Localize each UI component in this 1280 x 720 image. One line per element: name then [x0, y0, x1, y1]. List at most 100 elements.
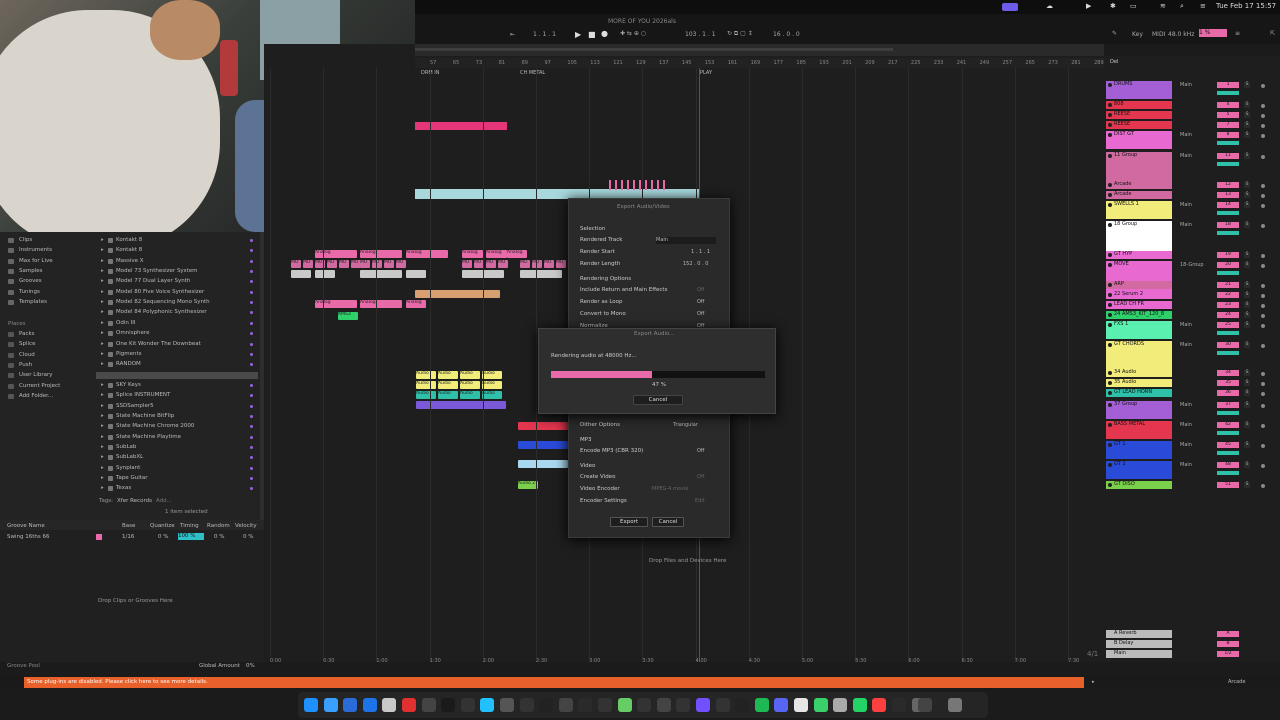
- arm-button[interactable]: [1261, 134, 1265, 138]
- track-output[interactable]: Main: [1180, 402, 1192, 408]
- expand-icon[interactable]: ▸: [101, 485, 104, 491]
- downloads-icon[interactable]: [918, 698, 932, 712]
- solo-button[interactable]: S: [1244, 122, 1250, 128]
- play-icon[interactable]: ▶: [1086, 2, 1091, 10]
- arm-button[interactable]: [1261, 114, 1265, 118]
- favorite-icon[interactable]: [250, 311, 253, 315]
- automation-icon[interactable]: ✚ ⇆ ⊕ ○: [620, 30, 646, 37]
- solo-button[interactable]: S: [1244, 282, 1250, 288]
- solo-button[interactable]: S: [1244, 312, 1250, 318]
- expand-icon[interactable]: ▸: [101, 361, 104, 367]
- expand-icon[interactable]: ▸: [101, 320, 104, 326]
- render-length-value[interactable]: 152 . 0 . 0: [683, 261, 708, 267]
- clip[interactable]: Audio: [482, 381, 502, 389]
- favorite-icon[interactable]: [250, 477, 253, 481]
- arm-button[interactable]: [1261, 304, 1265, 308]
- solo-button[interactable]: S: [1244, 322, 1250, 328]
- track-number[interactable]: 48: [1217, 462, 1239, 468]
- volume-slider[interactable]: [1217, 211, 1239, 215]
- fold-icon[interactable]: [1108, 463, 1112, 467]
- render-start-value[interactable]: 1 . 1 . 1: [691, 249, 710, 255]
- solo-button[interactable]: S: [1244, 82, 1250, 88]
- solo-button[interactable]: S: [1244, 182, 1250, 188]
- track-header[interactable]: 34 Audio: [1106, 369, 1172, 377]
- arm-button[interactable]: [1261, 344, 1265, 348]
- expand-icon[interactable]: ▸: [101, 309, 104, 315]
- favorite-icon[interactable]: [250, 342, 253, 346]
- arm-button[interactable]: [1261, 284, 1265, 288]
- place-item[interactable]: Cloud: [19, 352, 35, 358]
- plugin-item[interactable]: SKY Keys: [116, 382, 141, 388]
- track-output[interactable]: Main: [1180, 132, 1192, 138]
- dock-app-icon[interactable]: [323, 698, 338, 712]
- fold-icon[interactable]: [1108, 483, 1112, 487]
- fold-icon[interactable]: [1108, 263, 1112, 267]
- clip[interactable]: Analog: [315, 250, 357, 258]
- expand-arrow-icon[interactable]: ▸: [1092, 679, 1095, 685]
- solo-button[interactable]: S: [1244, 370, 1250, 376]
- solo-button[interactable]: S: [1244, 153, 1250, 159]
- clip[interactable]: MO: [532, 260, 542, 268]
- arrow-icon[interactable]: ⇤: [510, 31, 515, 38]
- favorite-icon[interactable]: [250, 280, 253, 284]
- favorite-icon[interactable]: [250, 363, 253, 367]
- clip-arcade-dense[interactable]: [609, 180, 669, 190]
- arm-button[interactable]: [1261, 372, 1265, 376]
- plugin-warning-bar[interactable]: Some plug-ins are disabled. Please click…: [24, 677, 1084, 688]
- create-video-toggle[interactable]: Off: [697, 474, 704, 480]
- clip[interactable]: MO: [498, 260, 508, 268]
- favorite-icon[interactable]: [250, 321, 253, 325]
- fold-icon[interactable]: [1108, 183, 1112, 187]
- track-header[interactable]: 808: [1106, 101, 1172, 109]
- track-number[interactable]: 13: [1217, 192, 1239, 198]
- clip[interactable]: Audio: [416, 381, 436, 389]
- dock-app-icon[interactable]: [735, 698, 750, 712]
- plugin-item[interactable]: Splice INSTRUMENT: [116, 392, 170, 398]
- solo-button[interactable]: S: [1244, 132, 1250, 138]
- plugin-item[interactable]: State Machine Chrome 2000: [116, 423, 194, 429]
- loop-start[interactable]: 103 . 1 . 1: [685, 31, 716, 38]
- solo-button[interactable]: S: [1244, 462, 1250, 468]
- return-track[interactable]: B Delay: [1106, 640, 1172, 648]
- dock-app-icon[interactable]: [872, 698, 887, 712]
- time-ruler[interactable]: 0:00 0:30 1:00 1:30 2:00 2:30 3:00 3:30 4:00 4:30…: [264, 658, 1104, 666]
- track-number[interactable]: 51: [1217, 482, 1239, 488]
- dock-app-icon[interactable]: [617, 698, 632, 712]
- plugin-item[interactable]: SubLab: [116, 444, 136, 450]
- arm-button[interactable]: [1261, 382, 1265, 386]
- plugin-item[interactable]: Model 73 Synthesizer System: [116, 268, 197, 274]
- plugin-item[interactable]: Odin III: [116, 320, 135, 326]
- expand-icon[interactable]: ▸: [101, 247, 104, 253]
- dock-app-icon[interactable]: [480, 698, 495, 712]
- plugin-item[interactable]: Model 80 Five Voice Synthesizer: [116, 289, 204, 295]
- track-header[interactable]: ARP: [1106, 281, 1172, 289]
- clip[interactable]: Analog: [360, 250, 402, 258]
- place-item[interactable]: Push: [19, 362, 32, 368]
- solo-button[interactable]: S: [1244, 442, 1250, 448]
- clip[interactable]: [520, 270, 562, 278]
- arm-button[interactable]: [1261, 254, 1265, 258]
- clip[interactable]: MO: [544, 260, 554, 268]
- arm-button[interactable]: [1261, 194, 1265, 198]
- volume-slider[interactable]: [1217, 471, 1239, 475]
- clip[interactable]: [406, 270, 426, 278]
- expand-icon[interactable]: ▸: [101, 413, 104, 419]
- track-output[interactable]: Main: [1180, 322, 1192, 328]
- expand-icon[interactable]: ▸: [101, 475, 104, 481]
- arm-button[interactable]: [1261, 264, 1265, 268]
- track-header[interactable]: 11 Group: [1106, 152, 1172, 182]
- dock-app-icon[interactable]: [794, 698, 808, 712]
- track-header[interactable]: GT HYP: [1106, 251, 1172, 259]
- dock-app-icon[interactable]: [833, 698, 848, 712]
- dock-app-icon[interactable]: [578, 698, 593, 712]
- track-number[interactable]: 45: [1217, 442, 1239, 448]
- solo-button[interactable]: S: [1244, 390, 1250, 396]
- fold-icon[interactable]: [1108, 283, 1112, 287]
- arm-button[interactable]: [1261, 124, 1265, 128]
- solo-button[interactable]: S: [1244, 292, 1250, 298]
- collection-item[interactable]: Grooves: [19, 278, 42, 284]
- arm-button[interactable]: [1261, 184, 1265, 188]
- solo-button[interactable]: S: [1244, 192, 1250, 198]
- dock-app-icon[interactable]: [637, 698, 652, 712]
- control-center-icon[interactable]: ≡: [1200, 2, 1206, 10]
